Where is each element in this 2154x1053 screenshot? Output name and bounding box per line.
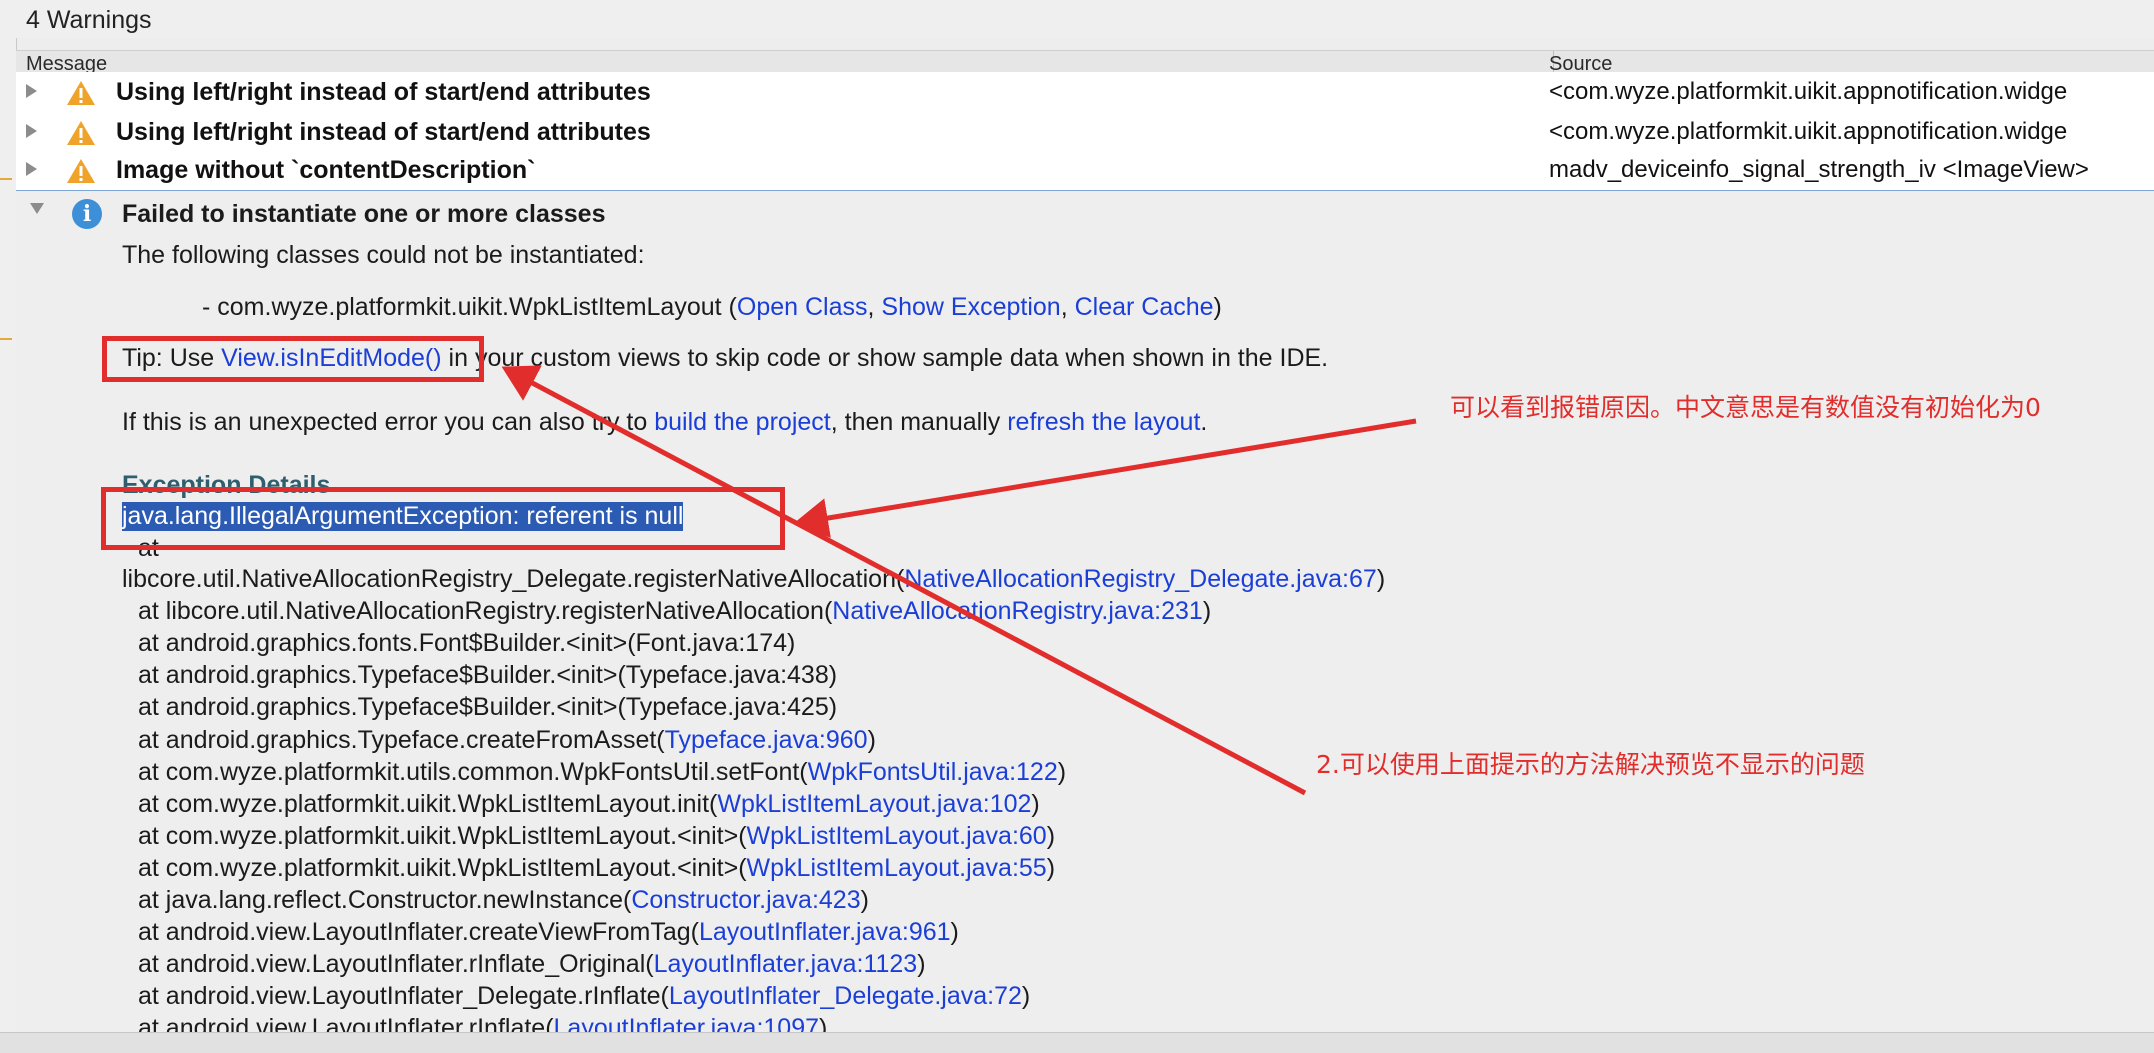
annotation-arrows (501, 365, 1417, 796)
annotation-note-solution: 2.可以使用上面提示的方法解决预览不显示的问题 (1316, 750, 1865, 779)
arrow-to-tip (501, 365, 1307, 796)
annotation-note-cause: 可以看到报错原因。中文意思是有数值没有初始化为0 (1450, 393, 2041, 422)
arrow-to-exception (793, 418, 1417, 538)
bottom-scrollbar[interactable] (0, 1032, 2154, 1053)
